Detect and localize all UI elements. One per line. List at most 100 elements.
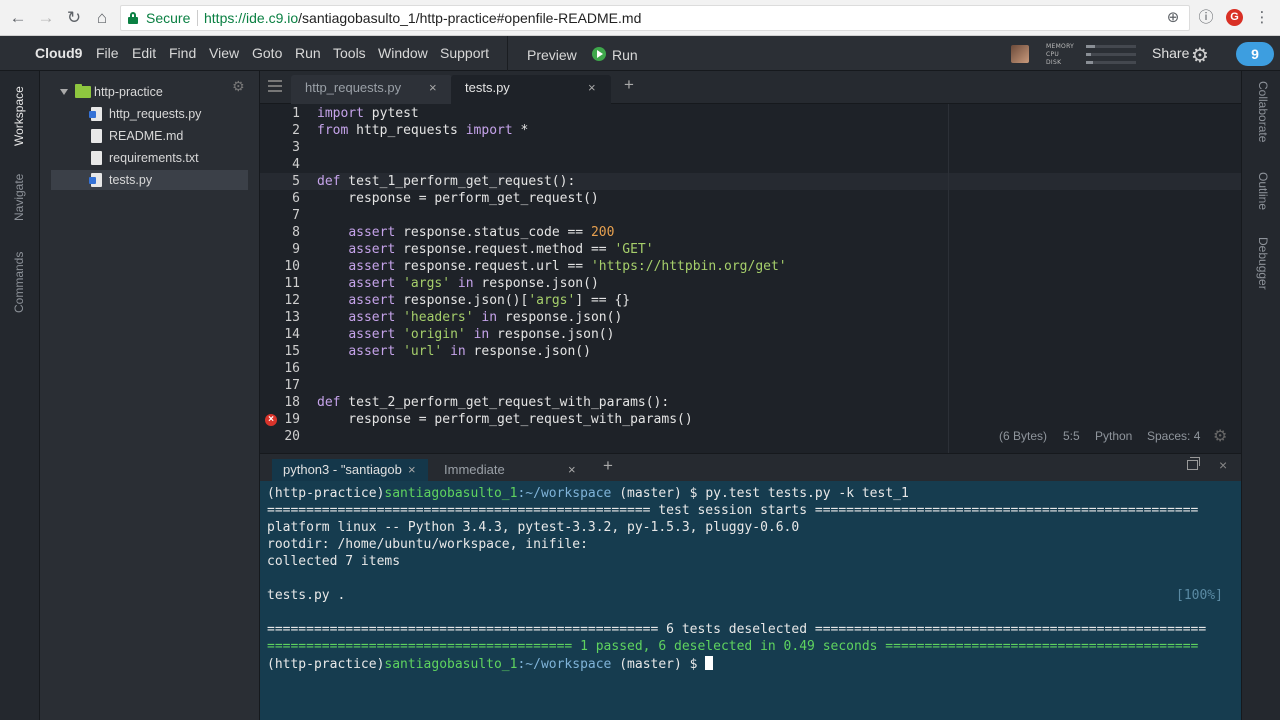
tree-file[interactable]: requirements.txt [51,148,248,168]
tab-terminal-python3[interactable]: python3 - "santiagob × [272,459,428,481]
settings-gear-icon[interactable]: ⚙ [1191,43,1209,68]
tab-tests[interactable]: tests.py × [451,75,611,104]
line-number[interactable]: 18 [260,395,300,410]
menu-find[interactable]: Find [169,45,196,61]
add-terminal-plus-icon[interactable]: + [603,456,613,476]
line-number[interactable]: 17 [260,378,300,393]
menu-edit[interactable]: Edit [132,45,156,61]
tree-file[interactable]: http_requests.py [51,104,248,124]
line-number[interactable]: 12 [260,293,300,308]
close-icon[interactable]: × [568,459,576,481]
code-line[interactable]: from http_requests import * [317,123,528,138]
code-line[interactable]: assert 'headers' in response.json() [317,310,622,325]
cpu-meter [1086,53,1136,56]
run-button[interactable]: Run [612,47,638,63]
panel-tab-debugger[interactable]: Debugger [1256,237,1270,290]
preview-button[interactable]: Preview [527,47,577,63]
tree-file-selected[interactable]: tests.py [51,170,248,190]
indent-status[interactable]: Spaces: 4 [1147,429,1200,443]
panel-tab-commands[interactable]: Commands [12,252,26,313]
cloud9-cloud-icon[interactable]: 9 [1236,42,1274,66]
python-file-icon [89,107,102,121]
code-line[interactable]: assert 'url' in response.json() [317,344,591,359]
tree-file[interactable]: README.md [51,126,248,146]
line-number[interactable]: 13 [260,310,300,325]
back-arrow-icon[interactable]: ← [6,6,30,30]
folder-icon [75,84,91,98]
line-number[interactable]: 1 [260,106,300,121]
line-number[interactable]: 2 [260,123,300,138]
run-play-icon[interactable] [592,47,606,61]
share-button[interactable]: Share [1152,45,1189,61]
line-number[interactable]: 16 [260,361,300,376]
extension-icon[interactable]: G [1226,9,1243,26]
line-number[interactable]: 10 [260,259,300,274]
line-number[interactable]: 15 [260,344,300,359]
code-line[interactable]: import pytest [317,106,419,121]
line-number[interactable]: 6 [260,191,300,206]
line-number[interactable]: 4 [260,157,300,172]
tab-list-icon[interactable] [268,80,282,92]
line-number[interactable]: 9 [260,242,300,257]
code-line[interactable]: assert response.status_code == 200 [317,225,614,240]
code-line[interactable]: def test_1_perform_get_request(): [317,174,575,189]
close-icon[interactable]: × [588,75,596,101]
code-line[interactable]: response = perform_get_request() [317,191,598,206]
code-line[interactable]: def test_2_perform_get_request_with_para… [317,395,669,410]
home-icon[interactable]: ⌂ [90,6,114,30]
line-number[interactable]: 20 [260,429,300,444]
browser-menu-icon[interactable]: ⋮ [1252,8,1272,28]
line-number[interactable]: 3 [260,140,300,155]
cloud9-logo[interactable]: Cloud9 [35,45,82,61]
close-icon[interactable]: × [408,459,416,481]
panel-tab-collaborate[interactable]: Collaborate [1256,81,1270,142]
terminal-prompt-line: (http-practice)santiagobasulto_1:~/works… [267,656,714,672]
menu-view[interactable]: View [209,45,239,61]
code-line[interactable]: response = perform_get_request_with_para… [317,412,692,427]
code-line[interactable]: assert 'args' in response.json() [317,276,598,291]
cpu-meter-label: CPU [1046,51,1060,58]
menu-support[interactable]: Support [440,45,489,61]
line-number[interactable]: 7 [260,208,300,223]
menu-window[interactable]: Window [378,45,428,61]
menu-tools[interactable]: Tools [333,45,366,61]
chevron-down-icon[interactable] [60,89,68,95]
close-icon[interactable]: × [429,75,437,101]
code-line[interactable]: assert response.request.url == 'https://… [317,259,786,274]
zoom-icon[interactable]: ⊕ [1163,8,1183,28]
menu-run[interactable]: Run [295,45,321,61]
editor-settings-gear-icon[interactable]: ⚙ [1213,426,1227,446]
panel-tab-workspace[interactable]: Workspace [12,86,26,146]
panel-tab-navigate[interactable]: Navigate [12,174,26,221]
tree-folder-http-practice[interactable]: http-practice [51,82,248,102]
memory-meter [1086,45,1136,48]
panel-tab-outline[interactable]: Outline [1256,172,1270,210]
line-number[interactable]: 11 [260,276,300,291]
line-number[interactable]: 8 [260,225,300,240]
reload-icon[interactable]: ↻ [62,6,86,30]
tab-http-requests[interactable]: http_requests.py × [291,75,452,104]
cursor-position-status[interactable]: 5:5 [1063,429,1080,443]
menu-file[interactable]: File [96,45,119,61]
restore-panel-icon[interactable] [1187,457,1200,470]
address-bar[interactable]: Secure https://ide.c9.io/santiagobasulto… [120,5,1190,31]
tab-immediate[interactable]: Immediate × [430,459,590,481]
info-icon[interactable]: ⓘ [1196,8,1216,28]
code-line[interactable]: assert response.request.method == 'GET' [317,242,653,257]
menu-goto[interactable]: Goto [252,45,282,61]
avatar[interactable] [1011,45,1029,63]
line-number[interactable]: 14 [260,327,300,342]
line-number[interactable]: 5 [260,174,300,189]
close-panel-icon[interactable]: × [1219,457,1227,473]
url-text: https://ide.c9.io/santiagobasulto_1/http… [204,10,642,26]
terminal[interactable]: (http-practice)santiagobasulto_1:~/works… [260,481,1241,720]
code-line[interactable]: assert 'origin' in response.json() [317,327,614,342]
forward-arrow-icon[interactable]: → [34,6,58,30]
code-line[interactable]: assert response.json()['args'] == {} [317,293,630,308]
file-size-status: (6 Bytes) [999,429,1048,443]
code-editor[interactable]: 1 2 3 4 5 6 7 8 9 10 11 12 13 14 15 16 17 18 19 20 import p… [260,104,1241,453]
error-icon[interactable]: × [265,414,277,426]
left-panel-strip: Workspace Navigate Commands [0,71,40,720]
language-status[interactable]: Python [1095,429,1132,443]
add-tab-plus-icon[interactable]: + [624,75,634,95]
